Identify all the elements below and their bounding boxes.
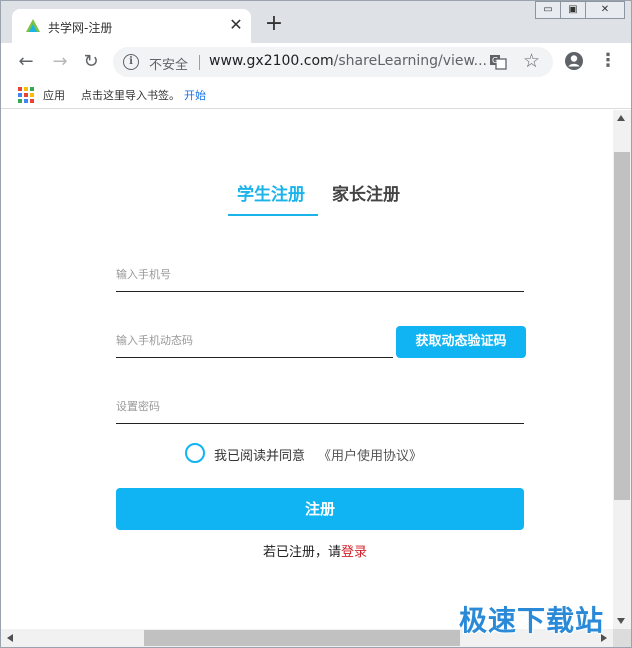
url-host: www.gx2100.com (209, 53, 334, 69)
menu-dots-icon[interactable]: ⋮ (599, 51, 617, 73)
login-link[interactable]: 登录 (341, 545, 367, 560)
svg-text:G: G (492, 56, 498, 65)
password-field (116, 390, 524, 424)
account-icon[interactable] (564, 51, 584, 71)
forward-arrow-icon[interactable]: → (49, 51, 71, 73)
watermark-logo: 极速下载站 (459, 604, 605, 637)
bookmark-import-hint: 点击这里导入书签。 (81, 89, 180, 102)
minimize-button[interactable]: ▭ (535, 1, 561, 19)
scrollbar-corner (613, 629, 631, 647)
login-prompt: 若已注册，请登录 (263, 541, 367, 560)
tab-title: 共学网-注册 (48, 21, 113, 35)
verification-code-input[interactable] (116, 324, 393, 356)
radio-circle-icon[interactable] (185, 443, 205, 463)
get-code-button[interactable]: 获取动态验证码 (396, 326, 526, 358)
vertical-scroll-thumb[interactable] (614, 152, 630, 500)
bookmarks-bar: 应用 点击这里导入书签。 开始 (1, 81, 631, 109)
plus-icon[interactable]: + (263, 13, 285, 36)
close-icon[interactable]: ✕ (227, 16, 245, 34)
address-bar[interactable]: i 不安全 www.gx2100.com/shareLearning/view.… (113, 47, 553, 77)
code-field (116, 324, 393, 358)
window-close-button[interactable]: ✕ (585, 1, 625, 19)
register-button[interactable]: 注册 (116, 488, 524, 530)
password-input[interactable] (116, 390, 524, 422)
tab-parent-register[interactable]: 家长注册 (332, 180, 400, 205)
tab-strip: 共学网-注册 ✕ + ▭ ▣ ✕ (1, 1, 631, 43)
info-icon[interactable]: i (123, 54, 139, 70)
translate-icon[interactable]: G (489, 53, 507, 71)
star-icon[interactable]: ☆ (523, 50, 540, 72)
scroll-down-arrow-icon[interactable] (617, 618, 625, 624)
maximize-button[interactable]: ▣ (560, 1, 586, 19)
favicon-icon (26, 19, 40, 32)
phone-field (116, 258, 524, 292)
scroll-left-arrow-icon[interactable] (7, 634, 13, 642)
browser-tab[interactable]: 共学网-注册 ✕ (12, 9, 251, 43)
vertical-scrollbar[interactable] (613, 110, 631, 629)
scroll-up-arrow-icon[interactable] (617, 115, 625, 121)
register-tabs: 学生注册 家长注册 (1, 180, 613, 220)
browser-window: 共学网-注册 ✕ + ▭ ▣ ✕ ← → ↻ i 不安全 www.gx2100.… (0, 0, 632, 648)
active-tab-underline (228, 214, 318, 216)
window-controls: ▭ ▣ ✕ (535, 1, 627, 20)
browser-toolbar: ← → ↻ i 不安全 www.gx2100.com/shareLearning… (1, 43, 631, 81)
tab-student-register[interactable]: 学生注册 (237, 180, 305, 205)
login-prompt-text: 若已注册，请 (263, 545, 342, 560)
bookmark-apps[interactable]: 应用 (43, 87, 65, 103)
url-text[interactable]: www.gx2100.com/shareLearning/view... (209, 53, 487, 69)
back-arrow-icon[interactable]: ← (15, 51, 37, 73)
horizontal-scroll-thumb[interactable] (144, 630, 460, 646)
agreement-row: 我已阅读并同意 《用户使用协议》 (185, 443, 485, 465)
bookmark-start-link[interactable]: 开始 (184, 87, 206, 103)
phone-input[interactable] (116, 258, 524, 290)
user-agreement-link[interactable]: 《用户使用协议》 (318, 445, 422, 464)
url-path: /shareLearning/view... (333, 53, 487, 69)
apps-grid-icon[interactable] (18, 87, 34, 103)
security-status[interactable]: 不安全 (149, 54, 188, 73)
page-content: 学生注册 家长注册 获取动态验证码 我已阅读并同意 《用户使用协议》 注册 若已… (1, 110, 613, 629)
agree-label: 我已阅读并同意 (214, 449, 306, 464)
divider (199, 55, 200, 70)
reload-icon[interactable]: ↻ (80, 51, 102, 73)
